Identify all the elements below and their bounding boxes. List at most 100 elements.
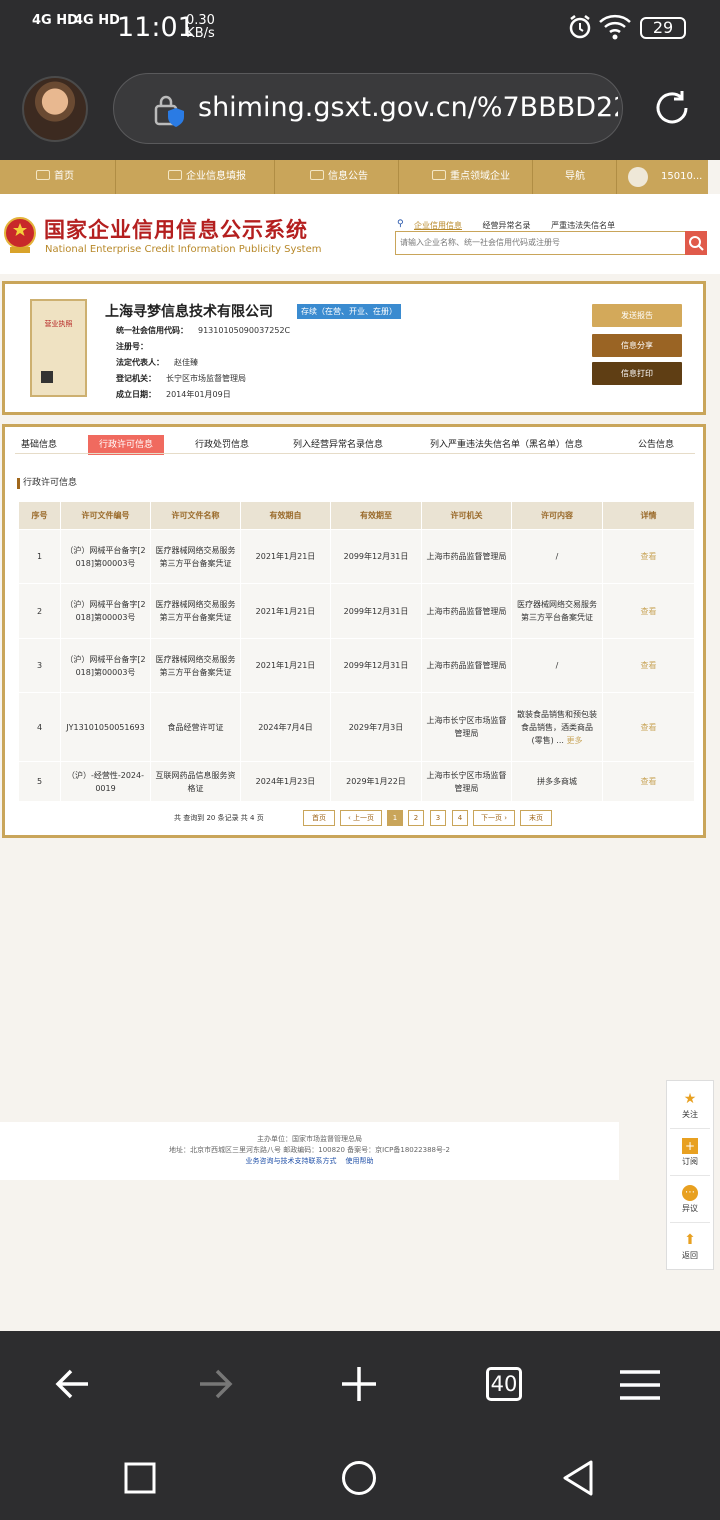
site-title: 国家企业信用信息公示系统: [44, 218, 308, 242]
objection-button[interactable]: ⋯ 异议: [667, 1175, 713, 1220]
last-page-button[interactable]: 末页: [520, 810, 552, 826]
arrow-up-icon: ⬆: [684, 1232, 696, 1248]
tab-blacklist[interactable]: 列入严重违法失信名单（黑名单）信息: [430, 435, 583, 455]
status-badge: 存续（在营、开业、在册）: [297, 304, 401, 319]
field-legal-rep: 法定代表人： 赵佳臻: [116, 358, 198, 367]
site-nav: 首页 企业信息填报 信息公告 重点领域企业 导航 15010...: [0, 160, 708, 194]
signal-icon-2: 4G HD: [74, 13, 120, 28]
browser-bottom-bar: 40: [0, 1331, 720, 1520]
browser-top: 4G HD 4G HD 11:01 0.30 KB/s 29 shiming.gs…: [0, 0, 720, 160]
search-tabs: 企业信用信息 经营异常名录 严重违法失信名单: [398, 220, 633, 231]
address-bar[interactable]: shiming.gsxt.gov.cn/%7BBBD22: [113, 73, 623, 144]
site-footer: 主办单位：国家市场监督管理总局 地址：北京市西城区三里河东路八号 邮政编码：10…: [0, 1122, 619, 1180]
search-input[interactable]: 请输入企业名称、统一社会信用代码或注册号: [395, 231, 687, 255]
user-icon[interactable]: [628, 167, 648, 187]
national-emblem-icon: [4, 217, 36, 253]
first-page-button[interactable]: 首页: [303, 810, 335, 826]
search-button[interactable]: [685, 231, 707, 255]
nav-user[interactable]: 15010...: [661, 160, 702, 194]
plus-icon: +: [682, 1138, 698, 1154]
alarm-icon: [569, 15, 591, 39]
search-tab-abnormal[interactable]: 经营异常名录: [483, 221, 531, 230]
tab-announcements[interactable]: 公告信息: [638, 435, 674, 455]
edit-icon: [168, 170, 182, 180]
col-header: 许可文件名称: [150, 501, 241, 530]
page-4-button[interactable]: 4: [452, 810, 468, 826]
home-icon[interactable]: [341, 1460, 377, 1496]
view-detail-link[interactable]: 查看: [602, 692, 695, 762]
view-detail-link[interactable]: 查看: [602, 529, 695, 584]
nav-guide[interactable]: 导航: [565, 160, 585, 194]
col-header: 有效期至: [330, 501, 422, 530]
col-header: 许可文件编号: [60, 501, 151, 530]
battery-icon: 29: [640, 17, 686, 39]
view-detail-link[interactable]: 查看: [602, 638, 695, 693]
page-1-button[interactable]: 1: [387, 810, 403, 826]
speaker-icon: [432, 170, 446, 180]
table-row: 2 （沪）网械平台备字[2018]第00003号 医疗器械网络交易服务第三方平台…: [18, 583, 695, 639]
business-license-image[interactable]: 营业执照: [30, 299, 87, 397]
search-tab-blacklist[interactable]: 严重违法失信名单: [551, 221, 615, 230]
reload-icon[interactable]: [652, 88, 692, 128]
tab-count-button[interactable]: 40: [486, 1367, 522, 1401]
nav-key-enterprises[interactable]: 重点领域企业: [432, 160, 510, 194]
tab-basic-info[interactable]: 基础信息: [21, 435, 57, 455]
monitor-icon: [36, 170, 50, 180]
prev-page-button[interactable]: ‹ 上一页: [340, 810, 382, 826]
table-row: 1 （沪）网械平台备字[2018]第00003号 医疗器械网络交易服务第三方平台…: [18, 529, 695, 584]
more-link[interactable]: 更多: [566, 736, 582, 745]
view-detail-link[interactable]: 查看: [602, 583, 695, 639]
send-report-button[interactable]: 发送报告: [592, 304, 682, 327]
tab-admin-license[interactable]: 行政许可信息: [88, 435, 165, 455]
wifi-icon: [599, 14, 631, 40]
company-name: 上海寻梦信息技术有限公司: [105, 304, 273, 320]
support-contact-link[interactable]: 业务咨询与技术支持联系方式: [246, 1157, 337, 1165]
table-row: 5 （沪）-经营性-2024-0019 互联网药品信息服务资格证 2024年1月…: [18, 761, 695, 802]
menu-icon[interactable]: [620, 1369, 660, 1401]
follow-button[interactable]: ★ 关注: [667, 1081, 713, 1126]
print-info-button[interactable]: 信息打印: [592, 362, 682, 385]
view-detail-link[interactable]: 查看: [602, 761, 695, 802]
lock-shield-icon: [154, 95, 184, 127]
pagination-summary: 共 查询到 20 条记录 共 4 页: [174, 814, 264, 822]
nav-home[interactable]: 首页: [36, 160, 74, 194]
site-header: 国家企业信用信息公示系统 National Enterprise Credit …: [0, 194, 720, 274]
profile-avatar[interactable]: [22, 76, 88, 142]
back-arrow-icon[interactable]: [54, 1367, 92, 1401]
recent-apps-icon[interactable]: [124, 1462, 156, 1494]
search-tab-credit[interactable]: 企业信用信息: [414, 221, 462, 230]
qr-code-icon: [41, 371, 53, 383]
footer-host: 主办单位：国家市场监督管理总局: [257, 1135, 362, 1143]
field-authority: 登记机关： 长宁区市场监督管理局: [116, 374, 246, 383]
system-back-icon[interactable]: [561, 1459, 595, 1497]
col-header: 许可机关: [421, 501, 512, 530]
field-reg-no: 注册号：: [116, 342, 148, 351]
subscribe-button[interactable]: + 订阅: [667, 1128, 713, 1173]
new-tab-icon[interactable]: [340, 1365, 378, 1403]
next-page-button[interactable]: 下一页 ›: [473, 810, 515, 826]
star-icon: ★: [683, 1091, 697, 1107]
section-title: 行政许可信息: [17, 478, 77, 489]
col-header: 详情: [602, 501, 695, 530]
nav-report[interactable]: 企业信息填报: [168, 160, 246, 194]
table-row: 4 JY13101050051693 食品经营许可证 2024年7月4日 202…: [18, 692, 695, 762]
col-header: 序号: [18, 501, 61, 530]
page-3-button[interactable]: 3: [430, 810, 446, 826]
network-speed: 0.30 KB/s: [186, 13, 215, 41]
forward-arrow-icon[interactable]: [196, 1367, 234, 1401]
help-link[interactable]: 使用帮助: [345, 1157, 373, 1165]
info-tabs: 基础信息 行政许可信息 行政处罚信息 列入经营异常名录信息 列入严重违法失信名单…: [5, 435, 703, 461]
site-subtitle: National Enterprise Credit Information P…: [45, 244, 322, 255]
document-icon: [310, 170, 324, 180]
back-to-top-button[interactable]: ⬆ 返回: [667, 1222, 713, 1267]
info-panel: 基础信息 行政许可信息 行政处罚信息 列入经营异常名录信息 列入严重违法失信名单…: [2, 424, 706, 838]
field-credit-code: 统一社会信用代码： 91310105090037252C: [116, 326, 291, 335]
nav-notice[interactable]: 信息公告: [310, 160, 368, 194]
tab-admin-penalty[interactable]: 行政处罚信息: [195, 435, 249, 455]
col-header: 许可内容: [511, 501, 603, 530]
share-info-button[interactable]: 信息分享: [592, 334, 682, 357]
page-2-button[interactable]: 2: [408, 810, 424, 826]
status-time: 11:01: [117, 12, 195, 43]
tab-abnormal-list[interactable]: 列入经营异常名录信息: [293, 435, 383, 455]
url-text[interactable]: shiming.gsxt.gov.cn/%7BBBD22: [198, 92, 618, 123]
